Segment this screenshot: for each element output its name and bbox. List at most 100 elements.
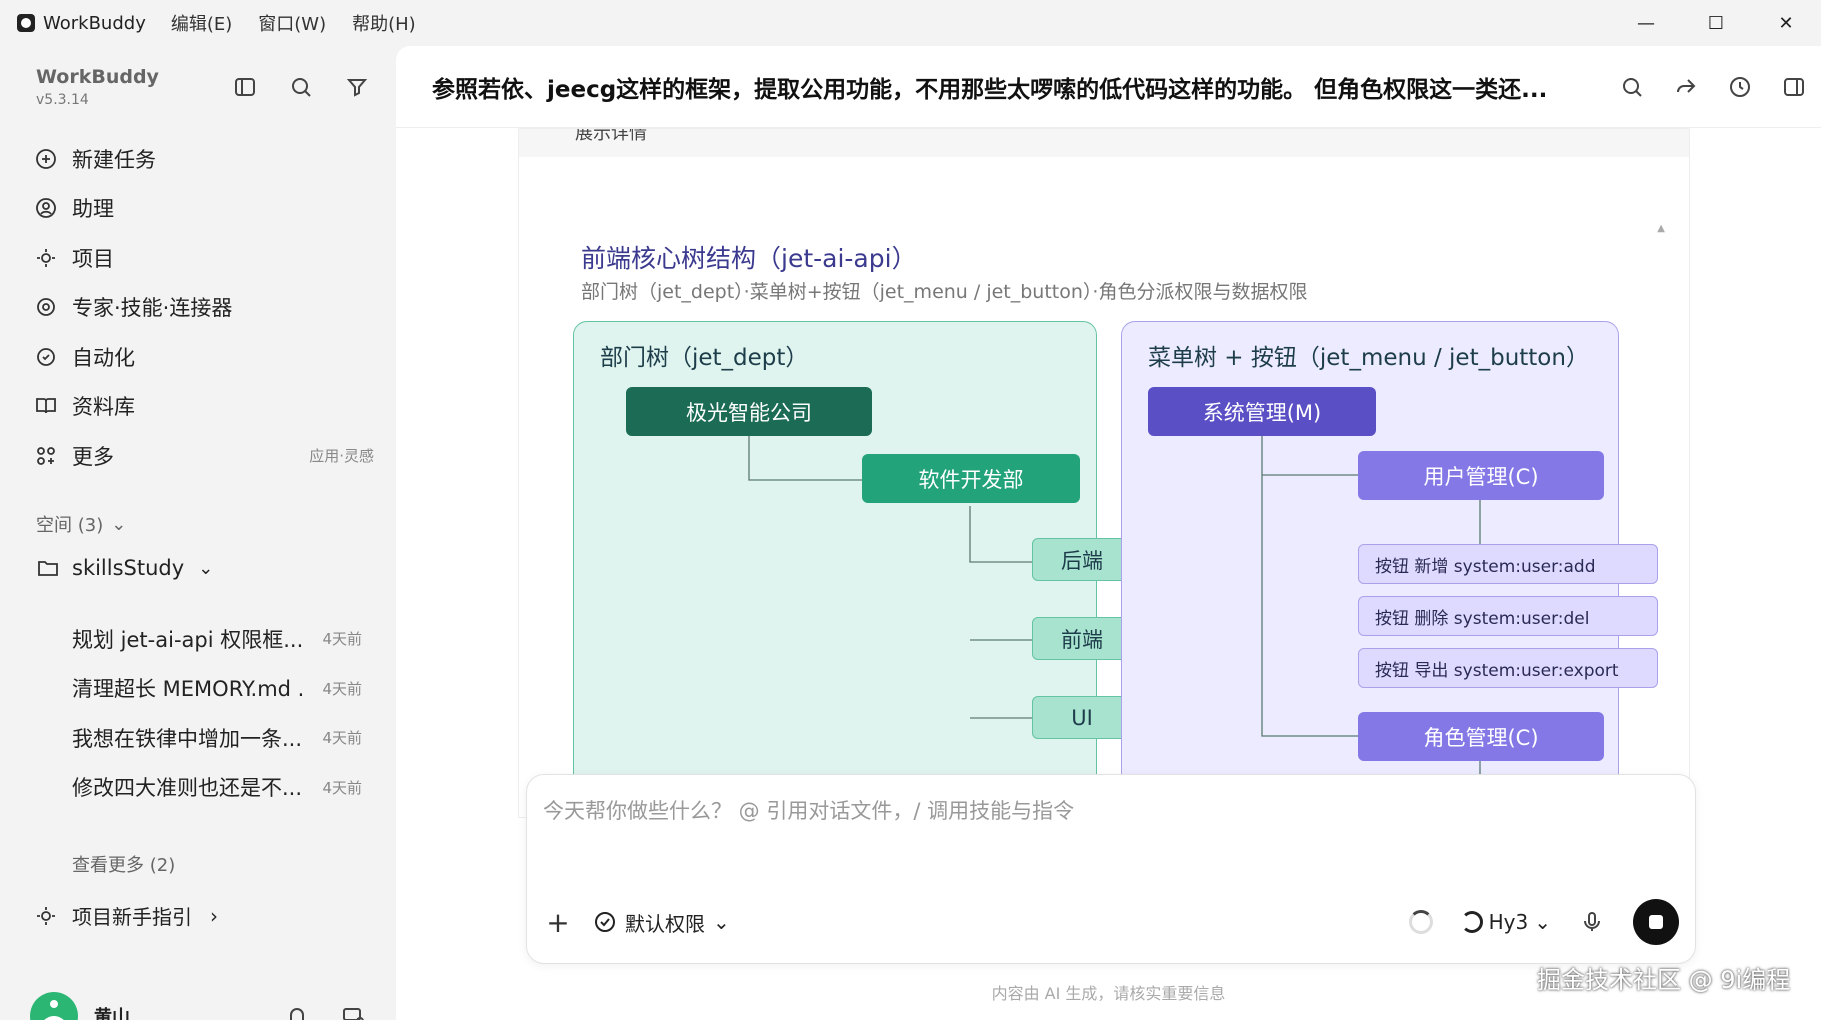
book-icon [36, 398, 56, 414]
nav-project[interactable]: 项目 [34, 233, 374, 283]
menu-node-user-mgmt[interactable]: 用户管理(C) [1358, 451, 1604, 500]
filter-icon[interactable] [344, 74, 370, 100]
nav-label: 更多 [72, 444, 114, 469]
chevron-down-icon: ⌄ [111, 513, 127, 535]
nav-automation[interactable]: 自动化 [34, 332, 374, 382]
menu-button-node[interactable]: 按钮 新增 system:user:add [1358, 544, 1658, 584]
conversation-title: 参照若依、jeecg这样的框架，提取公用功能，不用那些太啰嗦的低代码这样的功能。… [432, 76, 1548, 103]
search-icon[interactable] [1619, 74, 1645, 100]
chevron-down-icon: ⌄ [713, 910, 730, 934]
space-section-label[interactable]: 空间 (3) ⌄ [36, 511, 126, 537]
stop-generation-button[interactable] [1633, 899, 1679, 945]
nav-library[interactable]: 资料库 [34, 382, 374, 432]
close-icon[interactable]: ✕ [1751, 0, 1821, 46]
dept-node-leaf[interactable]: UI [1032, 696, 1132, 739]
user-name: 黄山 [94, 1007, 130, 1020]
details-toggle[interactable]: 展示详情 [519, 129, 1689, 157]
task-time: 4天前 [322, 778, 362, 797]
composer-toolbar: + 默认权限 ⌄ Hy3 ⌄ [543, 899, 1679, 945]
nav-more-hint: 应用·灵感 [309, 447, 374, 466]
title-bar: WorkBuddy 编辑(E) 窗口(W) 帮助(H) — ☐ ✕ [0, 0, 1821, 46]
device-settings-icon[interactable] [340, 1003, 366, 1020]
scroll-up-icon[interactable]: ▲ [1657, 223, 1665, 234]
diagram-card: 展示详情 ▲ 前端核心树结构（jet-ai-api） 部门树（jet_dept）… [518, 128, 1690, 818]
nav-experts[interactable]: 专家·技能·连接器 [34, 283, 374, 333]
guide-label: 项目新手指引 [72, 905, 192, 929]
menu-bar: 编辑(E) 窗口(W) 帮助(H) [171, 10, 416, 36]
task-item[interactable]: 清理超长 MEMORY.md ... 4天前 [72, 664, 362, 714]
menu-button-node[interactable]: 按钮 删除 system:user:del [1358, 596, 1658, 636]
nav-label: 助理 [72, 197, 114, 222]
project-guide[interactable]: 项目新手指引 › [34, 901, 218, 930]
conversation-header: 参照若依、jeecg这样的框架，提取公用功能，不用那些太啰嗦的低代码这样的功能。… [396, 46, 1821, 128]
dept-node-leaf[interactable]: 后端 [1032, 538, 1132, 581]
sidebar-nav: 新建任务 助理 项目 专家·技能·连接器 自动化 资料库 更多 应用·灵感 [34, 134, 374, 481]
nav-assistant[interactable]: 助理 [34, 184, 374, 234]
menu-node-root[interactable]: 系统管理(M) [1148, 387, 1376, 436]
main-panel: 参照若依、jeecg这样的框架，提取公用功能，不用那些太啰嗦的低代码这样的功能。… [396, 46, 1821, 1020]
task-list: 规划 jet-ai-api 权限框... 4天前 清理超长 MEMORY.md … [72, 628, 362, 836]
bell-icon[interactable] [284, 1003, 310, 1020]
see-more-link[interactable]: 查看更多 (2) [72, 851, 175, 877]
task-item[interactable]: 我想在铁律中增加一条... 4天前 [72, 713, 362, 763]
space-label-text: 空间 (3) [36, 515, 104, 536]
assistant-icon [36, 198, 56, 219]
sidebar: WorkBuddy v5.3.14 新建任务 助理 项目 专家·技能·连接器 自… [0, 46, 396, 1020]
permission-label: 默认权限 [625, 911, 705, 936]
sidebar-toggle-icon[interactable] [232, 74, 258, 100]
model-logo-icon [1460, 911, 1483, 933]
minimize-icon[interactable]: — [1611, 0, 1681, 46]
search-icon[interactable] [288, 74, 314, 100]
share-icon[interactable] [1673, 74, 1699, 100]
menu-window[interactable]: 窗口(W) [258, 10, 326, 36]
task-title: 我想在铁律中增加一条... [72, 726, 302, 751]
menu-tree-panel: 菜单树 + 按钮（jet_menu / jet_button） 系统管理(M) … [1121, 321, 1658, 817]
dept-node-root[interactable]: 极光智能公司 [626, 387, 872, 436]
dept-node-child[interactable]: 软件开发部 [862, 454, 1080, 503]
task-title: 修改四大准则也还是不... [72, 776, 302, 801]
nav-more[interactable]: 更多 应用·灵感 [34, 431, 374, 481]
more-icon [37, 446, 55, 465]
folder-skillsstudy[interactable]: skillsStudy ⌄ [36, 556, 213, 580]
diagram-title: 前端核心树结构（jet-ai-api） [581, 244, 917, 273]
nav-label: 新建任务 [72, 147, 156, 172]
history-icon[interactable] [1727, 74, 1753, 100]
user-profile: 黄山 [30, 990, 366, 1020]
folder-icon [38, 561, 58, 576]
task-title: 清理超长 MEMORY.md ... [72, 677, 302, 702]
add-attachment-icon[interactable]: + [543, 906, 573, 939]
menu-node-role-mgmt[interactable]: 角色管理(C) [1358, 712, 1604, 761]
task-item[interactable]: 修改四大准则也还是不... 4天前 [72, 763, 362, 813]
maximize-icon[interactable]: ☐ [1681, 0, 1751, 46]
task-time: 4天前 [322, 679, 362, 698]
details-toggle-label: 展示详情 [575, 129, 647, 144]
brand: WorkBuddy v5.3.14 [36, 66, 159, 108]
brand-version: v5.3.14 [36, 92, 89, 108]
nav-new-task[interactable]: 新建任务 [34, 134, 374, 184]
task-time: 4天前 [322, 630, 362, 649]
user-tools [284, 1003, 366, 1020]
model-name: Hy3 [1488, 910, 1529, 934]
nav-label: 自动化 [72, 345, 135, 370]
chevron-down-icon: ⌄ [1534, 910, 1551, 934]
panel-toggle-icon[interactable] [1781, 74, 1807, 100]
composer-right-tools: Hy3 ⌄ [1408, 899, 1679, 945]
menu-edit[interactable]: 编辑(E) [171, 10, 232, 36]
menu-help[interactable]: 帮助(H) [352, 10, 416, 36]
header-tools [1619, 74, 1807, 100]
menu-button-node[interactable]: 按钮 导出 system:user:export [1358, 648, 1658, 688]
diagram-subtitle: 部门树（jet_dept）·菜单树+按钮（jet_menu / jet_butt… [581, 281, 1308, 303]
app-name: WorkBuddy [43, 12, 146, 34]
permission-selector[interactable]: 默认权限 ⌄ [593, 908, 730, 937]
microphone-icon[interactable] [1579, 909, 1605, 935]
message-input[interactable] [543, 799, 1543, 823]
watermark: 掘金技术社区 @ 9i编程 [1537, 966, 1791, 994]
nav-label: 项目 [72, 246, 114, 271]
app-logo-icon [17, 14, 35, 32]
shield-check-icon [595, 912, 615, 932]
avatar[interactable] [30, 992, 78, 1020]
model-selector[interactable]: Hy3 ⌄ [1460, 910, 1551, 934]
dept-node-leaf[interactable]: 前端 [1032, 617, 1132, 660]
nav-label: 专家·技能·连接器 [72, 296, 233, 321]
task-item[interactable]: 规划 jet-ai-api 权限框... 4天前 [72, 614, 362, 664]
